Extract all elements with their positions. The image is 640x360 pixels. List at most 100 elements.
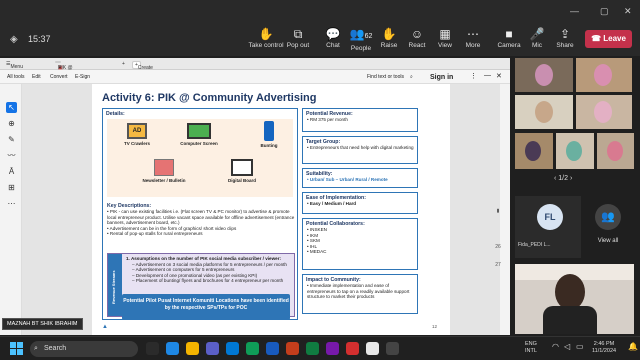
text-tool-icon[interactable]: Ā	[6, 166, 17, 177]
maximize-icon[interactable]: ▢	[600, 6, 609, 17]
search-icon: ⌕	[34, 345, 38, 352]
stamp-tool-icon[interactable]: ⊞	[6, 182, 17, 193]
pop-out-button[interactable]: ⧉ Pop out	[280, 27, 316, 49]
browser-tab-bar: ☰ Menu ▣ PIK @ Charters - Revenu... ✕ + …	[0, 58, 510, 89]
tv-crawlers-item: AD TV Crawlers	[117, 123, 157, 146]
acrobat-icon[interactable]	[346, 342, 359, 355]
shared-screen: ☰ Menu ▣ PIK @ Charters - Revenu... ✕ + …	[0, 58, 510, 335]
language-indicator[interactable]: ENG INTL	[525, 341, 537, 355]
participant-tile-fl[interactable]: FL Fida_PEDI L...	[515, 196, 581, 258]
minimize-icon[interactable]: —	[484, 72, 491, 79]
take-control-button[interactable]: ✋ Take control	[248, 27, 284, 49]
details-panel: Details: AD TV Crawlers Computer Screen …	[102, 108, 298, 320]
more-icon: ⋯	[467, 27, 479, 41]
minimize-icon[interactable]: —	[570, 6, 579, 16]
shield-icon: ◈	[10, 34, 18, 45]
participant-name: Fida_PEDI L...	[518, 242, 551, 248]
menu-esign[interactable]: E-Sign	[75, 74, 90, 80]
participant-video[interactable]	[515, 95, 573, 129]
comment-tool-icon[interactable]: ⊕	[6, 118, 17, 129]
new-tab-button[interactable]: +	[122, 61, 125, 67]
select-tool-icon[interactable]: ↖	[6, 102, 17, 113]
participant-avatar	[607, 141, 623, 161]
edge-icon[interactable]	[166, 342, 179, 355]
create-button[interactable]: + Create	[132, 61, 153, 71]
menu-all-tools[interactable]: All tools	[7, 74, 25, 80]
revenue-streams-tab: Revenue Streams	[108, 254, 122, 316]
taskbar-search[interactable]: ⌕ Search	[30, 341, 138, 357]
collaborators-box: Potential Collaborators: • INSKEN • IKM …	[302, 218, 418, 270]
volume-icon[interactable]: ◁	[564, 343, 570, 351]
participant-video[interactable]	[515, 58, 573, 92]
computer-screen-icon	[187, 123, 211, 139]
digital-board-item: Digital Board	[219, 159, 265, 183]
taskbar: ⌕ Search ENG INTL ◠ ◁ ▭ 2:46 PM 11/1/2024 …	[0, 336, 640, 360]
excel-icon[interactable]	[306, 342, 319, 355]
onenote-icon[interactable]	[326, 342, 339, 355]
presenter-avatar	[555, 274, 585, 310]
powerpoint-icon[interactable]	[286, 342, 299, 355]
gallery-pager[interactable]: ‹ 1/2 ›	[554, 175, 572, 182]
chrome-app-icon[interactable]	[366, 342, 379, 355]
scroll-thumb[interactable]: ▮	[490, 208, 506, 214]
key-descriptions: Key Descriptions: • PIK - can use existi…	[107, 203, 295, 237]
leave-button[interactable]: ☎ Leave	[585, 30, 632, 48]
menu-dots-icon[interactable]: ⋮	[470, 72, 477, 80]
people-icon: 👥	[595, 204, 621, 230]
page-number-next: 27	[495, 262, 501, 268]
collaborator-item: • MEDAC	[307, 249, 327, 255]
participant-video[interactable]	[597, 133, 634, 169]
participant-video[interactable]	[576, 95, 632, 129]
participant-avatar	[535, 64, 553, 86]
key-desc-item: • Rental of pop-up stalls for rural entr…	[107, 231, 203, 237]
participant-video[interactable]	[515, 133, 553, 169]
clock[interactable]: 2:46 PM 11/1/2024	[592, 341, 616, 355]
document-viewport[interactable]: Activity 6: PIK @ Community Advertising …	[22, 84, 500, 335]
avatar: FL	[537, 204, 563, 230]
participant-video[interactable]	[576, 58, 632, 92]
tv-crawler-icon: AD	[127, 123, 147, 139]
share-button[interactable]: ⇪ Share	[547, 27, 583, 49]
chevron-right-icon[interactable]: ›	[568, 175, 572, 182]
more-tools-icon[interactable]: ⋯	[6, 198, 17, 209]
close-icon[interactable]: ✕	[624, 6, 632, 17]
participant-video[interactable]	[556, 133, 594, 169]
draw-tool-icon[interactable]: 〰	[6, 150, 17, 161]
newsletter-item: Newsletter / Bulletin	[137, 159, 191, 183]
menu-convert[interactable]: Convert	[50, 74, 68, 80]
participant-avatar	[594, 64, 612, 86]
menu-edit[interactable]: Edit	[32, 74, 41, 80]
task-view-icon[interactable]	[146, 342, 159, 355]
chrome-icon[interactable]	[246, 342, 259, 355]
battery-icon[interactable]: ▭	[576, 343, 584, 351]
file-explorer-icon[interactable]	[186, 342, 199, 355]
more-button[interactable]: ⋯ More	[455, 27, 491, 49]
sign-in-button[interactable]: Sign in	[430, 74, 453, 81]
channel-icons: AD TV Crawlers Computer Screen Bunting N…	[107, 119, 293, 197]
presenter-video[interactable]	[515, 264, 634, 334]
find-tools-field[interactable]: Find text or tools	[367, 74, 404, 80]
highlight-tool-icon[interactable]: ✎	[6, 134, 17, 145]
notification-icon[interactable]: 🔔	[628, 343, 638, 351]
key-desc-item: • PIK - can use existing facilities i.e.…	[107, 209, 295, 226]
wifi-icon[interactable]: ◠	[552, 343, 559, 351]
menu-button[interactable]: ☰ Menu	[6, 61, 23, 70]
teams-icon[interactable]	[206, 342, 219, 355]
computer-screen-item: Computer Screen	[177, 123, 221, 146]
meeting-toolbar: — ▢ ✕ ◈ 15:37 ✋ Take control ⧉ Pop out 💬 Ch…	[0, 0, 640, 56]
page-number-current: 26	[495, 244, 501, 250]
presenter-name-tag: MAZNAH BT SHIK IBRAHIM	[2, 318, 83, 330]
view-all-button[interactable]: 👥 View all	[584, 196, 632, 258]
close-icon[interactable]: ✕	[496, 72, 502, 80]
newsletter-icon	[154, 159, 174, 176]
document-tab[interactable]: ▣ PIK @ Charters - Revenu... ✕	[55, 61, 79, 89]
pilot-locations-banner: Potential Pilot Pusat Internet Komuniti …	[122, 294, 290, 320]
search-icon[interactable]: ⌕	[410, 74, 413, 80]
slide-page-number: 12	[432, 324, 438, 329]
bunting-item: Bunting	[252, 121, 286, 148]
app-icon[interactable]	[386, 342, 399, 355]
windows-start-icon[interactable]	[10, 342, 23, 355]
word-icon[interactable]	[266, 342, 279, 355]
acrobat-menubar: All tools Edit Convert E-Sign Find text …	[0, 70, 510, 84]
store-icon[interactable]	[226, 342, 239, 355]
